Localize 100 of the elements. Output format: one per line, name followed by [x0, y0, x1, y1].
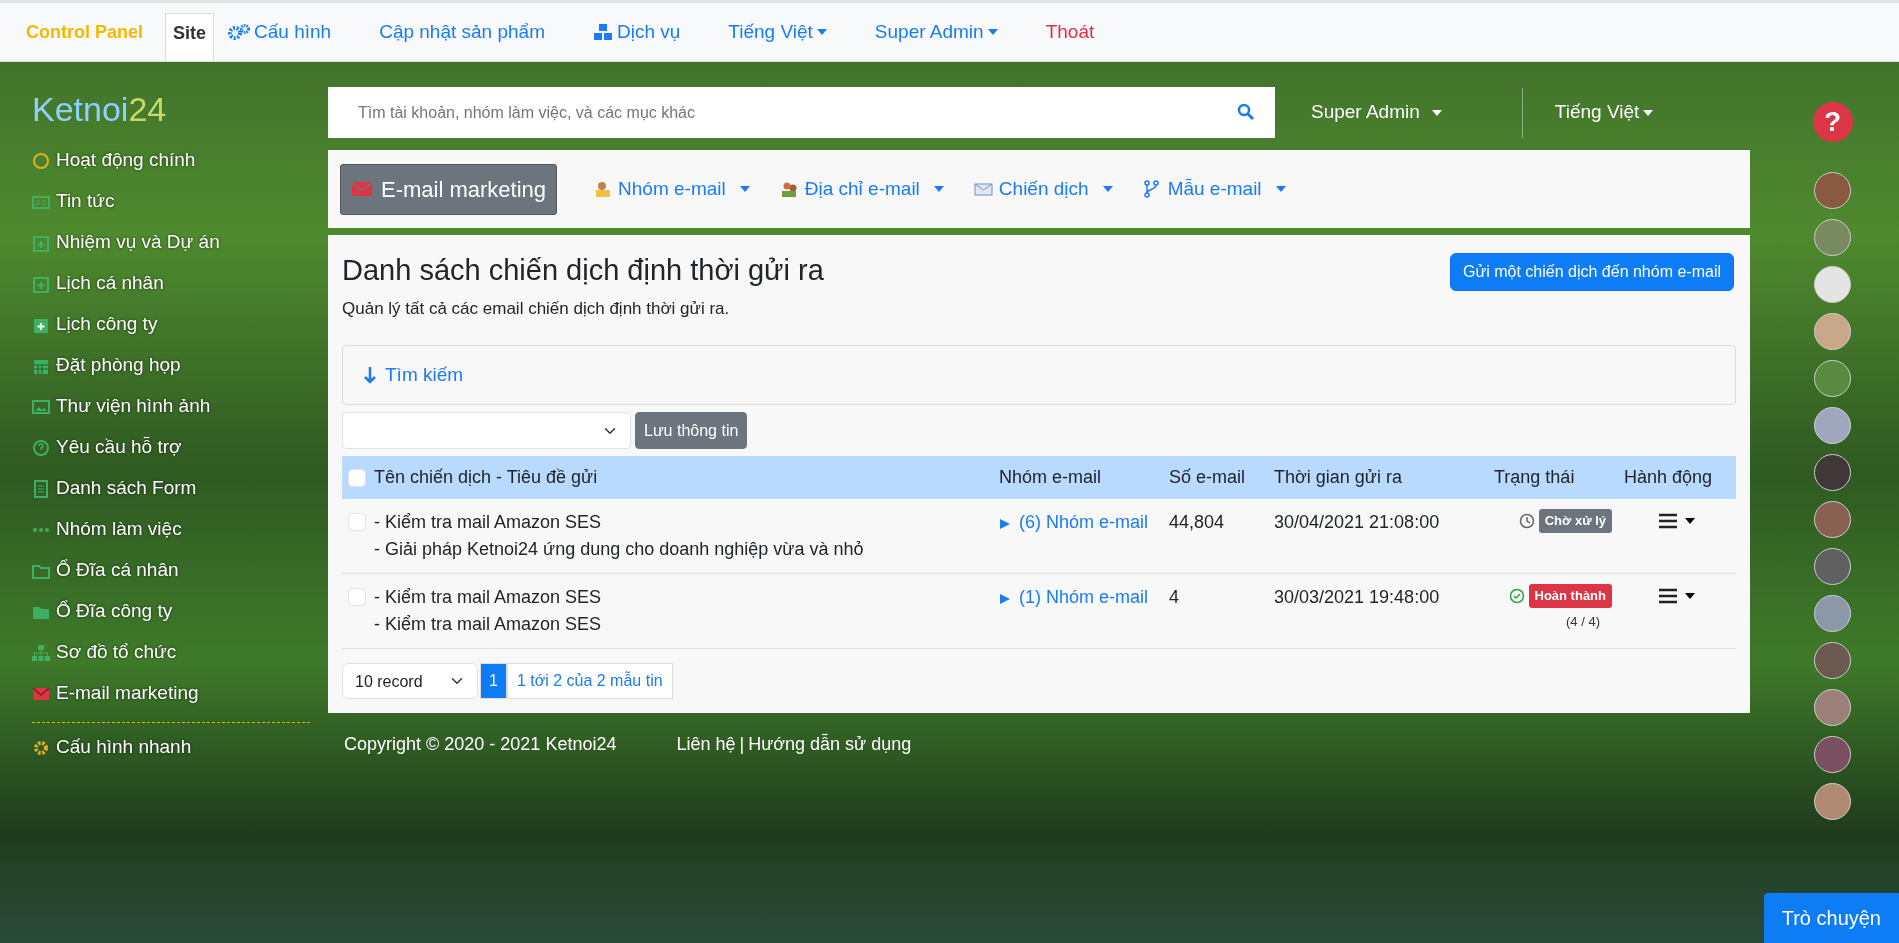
pagination-info: 1 tới 2 của 2 mẫu tin: [506, 663, 673, 700]
nav-link[interactable]: Cập nhật sản phẩm: [379, 17, 545, 47]
column-header: Số e-mail: [1163, 456, 1268, 500]
site-tab[interactable]: Site: [165, 13, 215, 61]
brand-title: Control Panel: [26, 20, 143, 44]
sidebar-item[interactable]: Nhóm làm việc: [32, 509, 328, 550]
column-header: Trạng thái: [1488, 456, 1618, 500]
table-cell: 44,804: [1163, 499, 1268, 574]
sidebar-item[interactable]: Yêu cầu hỗ trợ: [32, 427, 328, 468]
logout-link[interactable]: Thoát: [1045, 17, 1095, 47]
avatar[interactable]: [1814, 642, 1851, 679]
table-cell: 30/03/2021 19:48:00: [1268, 573, 1488, 649]
sidebar-item[interactable]: Cấu hình nhanh: [32, 727, 328, 768]
avatar[interactable]: [1814, 783, 1851, 820]
status-badge: Hoàn thành: [1528, 584, 1612, 608]
language-dropdown[interactable]: Tiếng Việt: [1554, 98, 1654, 127]
avatar[interactable]: [1814, 407, 1851, 444]
avatar[interactable]: [1814, 548, 1851, 585]
avatar[interactable]: [1814, 454, 1851, 491]
separator-text: |: [739, 733, 745, 757]
form-icon: [32, 479, 50, 498]
page-size-select[interactable]: 10 record: [342, 663, 478, 700]
module-menu[interactable]: Mẫu e-mail: [1142, 174, 1286, 204]
avatar[interactable]: [1814, 689, 1851, 726]
avatar[interactable]: [1814, 172, 1851, 209]
sidebar-item[interactable]: Danh sách Form: [32, 468, 328, 509]
sidebar-item[interactable]: Đặt phòng họp: [32, 345, 328, 386]
sidebar-item[interactable]: Lịch công ty: [32, 304, 328, 345]
sidebar-item[interactable]: Sơ đồ tổ chức: [32, 632, 328, 673]
campaign-text: - Giải pháp Ketnoi24 ứng dung cho doanh nghiệp vừa và nhỏ: [374, 538, 864, 562]
chat-button[interactable]: Trò chuyện: [1763, 893, 1899, 943]
progress-text: (4 / 4): [1565, 612, 1601, 631]
sidebar-item[interactable]: Tin tức: [32, 181, 328, 222]
sidebar-item[interactable]: Ổ Đĩa cá nhân: [32, 550, 328, 591]
nav-link[interactable]: Cấu hình: [228, 17, 332, 47]
avatar-silhouette[interactable]: [1814, 266, 1851, 303]
campaign-text: - Kiểm tra mail Amazon SES: [374, 511, 603, 535]
menu-icon: [1659, 513, 1677, 530]
sidebar-item[interactable]: Ổ Đĩa công ty: [32, 591, 328, 632]
search-field[interactable]: Tìm tài khoản, nhóm làm việc, và các mục khác: [328, 87, 1275, 138]
send-campaign-button[interactable]: Gửi một chiến dịch đến nhóm e-mail: [1450, 253, 1734, 291]
sidebar-item[interactable]: Lịch cá nhân: [32, 263, 328, 304]
group-link[interactable]: (6) Nhóm e-mail: [999, 512, 1149, 533]
branch-icon: [1142, 180, 1162, 198]
footer-link[interactable]: Hướng dẫn sử dụng: [748, 731, 912, 759]
sidebar-item[interactable]: Hoạt động chính: [32, 140, 328, 181]
page-title: Danh sách chiến dịch định thời gửi ra: [342, 253, 824, 288]
page-button[interactable]: 1: [480, 663, 507, 700]
image-icon: [32, 397, 50, 416]
column-header: Tên chiến dịch - Tiêu đề gửi: [374, 467, 598, 488]
down-arrow-icon: [363, 366, 377, 385]
play-icon: [999, 517, 1011, 530]
avatar[interactable]: [1814, 595, 1851, 632]
cubes-icon: [593, 23, 613, 41]
select-all-checkbox[interactable]: [348, 468, 366, 487]
row-checkbox[interactable]: [348, 513, 366, 532]
module-menu[interactable]: Địa chỉ e-mail: [779, 174, 944, 204]
envelope-icon: [351, 180, 373, 198]
clock-icon: [1518, 513, 1535, 530]
module-menu[interactable]: Nhóm e-mail: [593, 174, 750, 204]
play-icon: [999, 592, 1011, 605]
copyright-text: Copyright © 2020 - 2021 Ketnoi24: [344, 733, 617, 757]
column-header: Thời gian gửi ra: [1268, 456, 1488, 500]
avatar[interactable]: [1814, 313, 1851, 350]
calendar-plus-icon: [32, 233, 50, 252]
footer-link[interactable]: Liên hệ: [676, 731, 736, 759]
help-button[interactable]: ?: [1812, 102, 1853, 142]
people-icon: [779, 180, 799, 198]
page-subtitle: Quản lý tất cả các email chiến dịch định thời gửi ra.: [342, 297, 731, 320]
row-checkbox[interactable]: [348, 588, 366, 607]
user-dropdown[interactable]: Super Admin: [1311, 98, 1442, 127]
column-header: Nhóm e-mail: [993, 456, 1163, 500]
check-circle-icon: [1508, 588, 1525, 605]
module-menu[interactable]: Chiến dịch: [973, 174, 1113, 204]
avatar[interactable]: [1814, 736, 1851, 773]
nav-dropdown[interactable]: Super Admin: [874, 17, 998, 47]
nav-dropdown[interactable]: Tiếng Việt: [728, 17, 827, 47]
people-icon: [593, 180, 613, 198]
group-link[interactable]: (1) Nhóm e-mail: [999, 587, 1149, 608]
campaign-text: - Kiểm tra mail Amazon SES: [374, 586, 602, 610]
avatar[interactable]: [1814, 501, 1851, 538]
search-icon[interactable]: [1237, 103, 1255, 121]
logo: Ketnoi24: [32, 92, 168, 126]
sitemap-icon: [32, 643, 50, 662]
search-toggle[interactable]: Tìm kiếm: [342, 345, 1736, 406]
question-circle-icon: [32, 438, 50, 457]
save-button[interactable]: Lưu thông tin: [635, 412, 748, 450]
table-cell: 30/04/2021 21:08:00: [1268, 499, 1488, 574]
gears-icon: [228, 23, 251, 41]
avatar[interactable]: [1814, 360, 1851, 397]
sidebar-item[interactable]: Thư viện hình ảnh: [32, 386, 328, 427]
nav-link[interactable]: Dịch vụ: [593, 17, 681, 47]
status-badge: Chờ xử lý: [1538, 509, 1612, 533]
module-title[interactable]: E-mail marketing: [340, 163, 558, 215]
gear-icon: [32, 738, 50, 757]
campaign-text: - Kiểm tra mail Amazon SES: [374, 613, 602, 637]
sidebar-item[interactable]: Nhiệm vụ và Dự án: [32, 222, 328, 263]
envelope-icon: [32, 684, 50, 703]
calendar-plus-icon: [32, 274, 50, 293]
sidebar-item[interactable]: E-mail marketing: [32, 673, 328, 714]
